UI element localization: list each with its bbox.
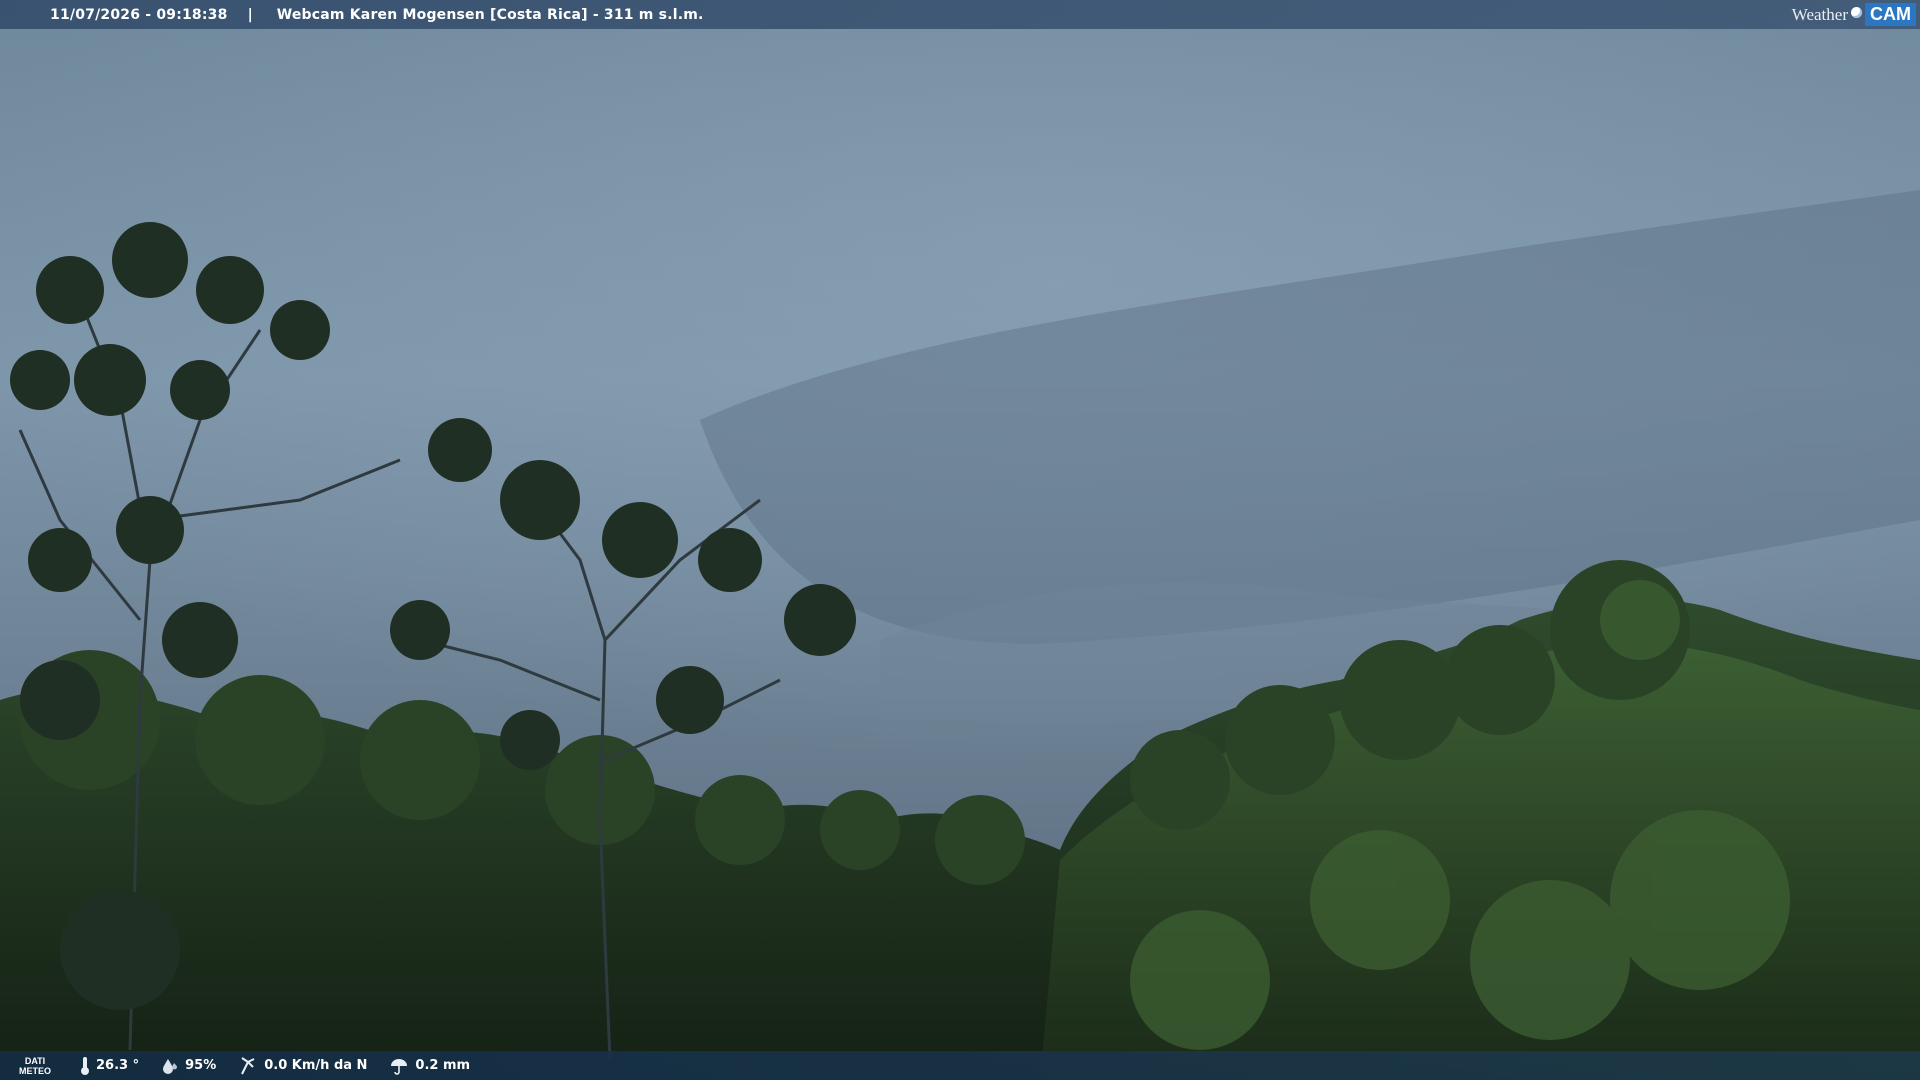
wind-value: 0.0 Km/h da N (264, 1058, 368, 1073)
weathercam-logo[interactable]: Weather CAM (1792, 2, 1916, 27)
wind-reading: 0.0 Km/h da N (238, 1056, 367, 1076)
humidity-drop-icon (163, 1058, 178, 1074)
weather-label-line1: DATI (24, 1055, 46, 1066)
wind-icon (241, 1056, 255, 1074)
logo-weather-text: Weather (1791, 4, 1848, 24)
timestamp: 11/07/2026 - 09:18:38 (50, 6, 228, 23)
rain-icon (391, 1058, 408, 1075)
logo-cam-text: CAM (1865, 3, 1916, 26)
weather-label-line2: METEO (18, 1065, 51, 1076)
webcam-image (0, 0, 1920, 1080)
temperature-value: 26.3 ° (96, 1058, 140, 1073)
thermometer-icon (81, 1056, 89, 1075)
webcam-title: Webcam Karen Mogensen [Costa Rica] - 311… (276, 6, 704, 23)
temperature-reading: 26.3 ° (80, 1056, 139, 1076)
weather-data-bar: DATI METEO 26.3 ° 95% 0.0 Km/h da N 0.2 … (0, 1051, 1920, 1080)
landscape-scene (0, 0, 1920, 1080)
humidity-reading: 95% (161, 1057, 216, 1075)
rain-value: 0.2 mm (415, 1058, 471, 1073)
rain-reading: 0.2 mm (389, 1057, 470, 1075)
logo-globe-icon (1851, 7, 1862, 18)
humidity-value: 95% (185, 1058, 217, 1073)
separator: | (247, 6, 253, 23)
weather-section-label: DATI METEO (12, 1056, 58, 1076)
top-info-bar: 11/07/2026 - 09:18:38 | Webcam Karen Mog… (0, 0, 1920, 29)
